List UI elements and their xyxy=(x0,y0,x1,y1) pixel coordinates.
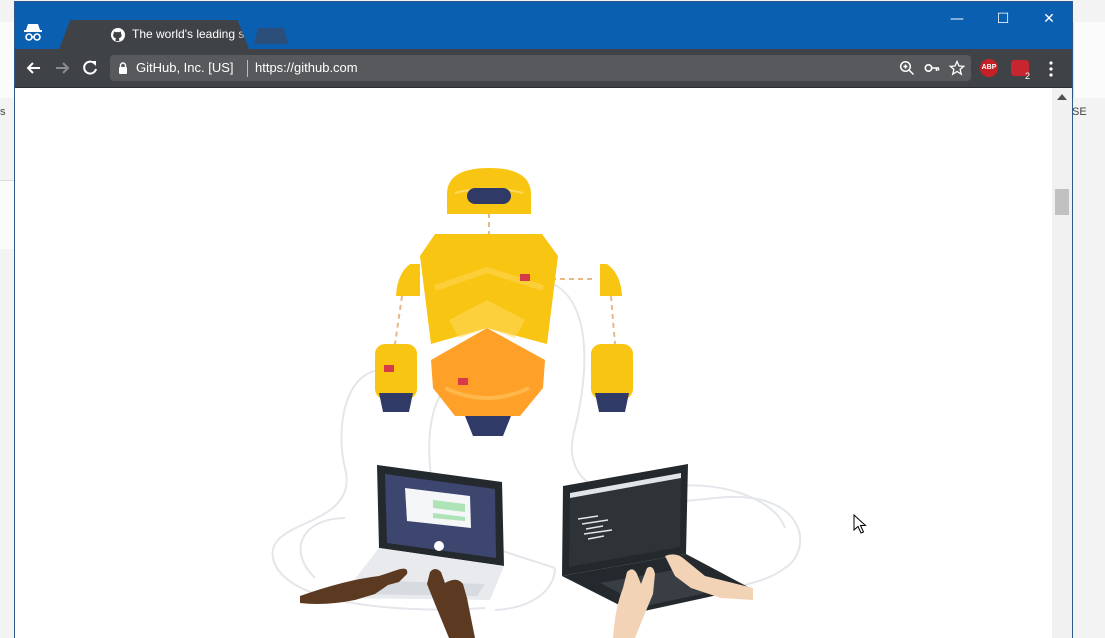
back-arrow-icon[interactable] xyxy=(24,58,44,78)
background-window-fragment xyxy=(0,22,15,98)
incognito-icon xyxy=(24,24,42,41)
github-robot-illustration xyxy=(271,168,802,638)
extension-badge-count: 2 xyxy=(1025,71,1031,81)
star-icon[interactable] xyxy=(949,60,965,76)
menu-kebab-icon[interactable] xyxy=(1048,60,1054,78)
title-bar: The world's leading software development… xyxy=(15,2,1072,49)
url-text[interactable]: https://github.com xyxy=(255,60,358,75)
scroll-up-arrow-icon[interactable] xyxy=(1057,94,1067,100)
maximize-button[interactable]: ☐ xyxy=(980,6,1026,32)
close-window-button[interactable]: ✕ xyxy=(1026,6,1072,32)
mouse-cursor-icon xyxy=(853,514,867,534)
omnibox-divider xyxy=(247,60,248,77)
background-text-fragment: SE xyxy=(1072,106,1087,118)
scrollbar-thumb[interactable] xyxy=(1055,189,1069,215)
adblock-plus-extension-icon[interactable]: ABP xyxy=(980,59,998,77)
browser-window: The world's leading software development… xyxy=(15,2,1072,638)
tab-github[interactable]: The world's leading software development… xyxy=(59,20,249,49)
zoom-icon[interactable] xyxy=(899,60,915,76)
new-tab-button[interactable] xyxy=(254,28,288,44)
background-window-fragment xyxy=(1073,22,1105,98)
browser-toolbar: GitHub, Inc. [US] https://github.com ABP… xyxy=(15,49,1072,88)
address-bar[interactable]: GitHub, Inc. [US] https://github.com xyxy=(110,55,971,81)
key-icon[interactable] xyxy=(924,60,940,76)
reload-icon[interactable] xyxy=(80,58,100,78)
vertical-scrollbar[interactable] xyxy=(1052,88,1072,638)
tab-title: The world's leading software development… xyxy=(132,27,258,41)
github-logo-icon xyxy=(111,28,125,42)
page-viewport xyxy=(15,88,1052,638)
site-identity-label[interactable]: GitHub, Inc. [US] xyxy=(136,60,234,75)
minimize-button[interactable]: — xyxy=(934,6,980,32)
background-text-fragment: s xyxy=(0,106,6,118)
background-window-fragment xyxy=(0,180,15,249)
lock-icon xyxy=(119,62,127,74)
forward-arrow-icon[interactable] xyxy=(52,58,72,78)
